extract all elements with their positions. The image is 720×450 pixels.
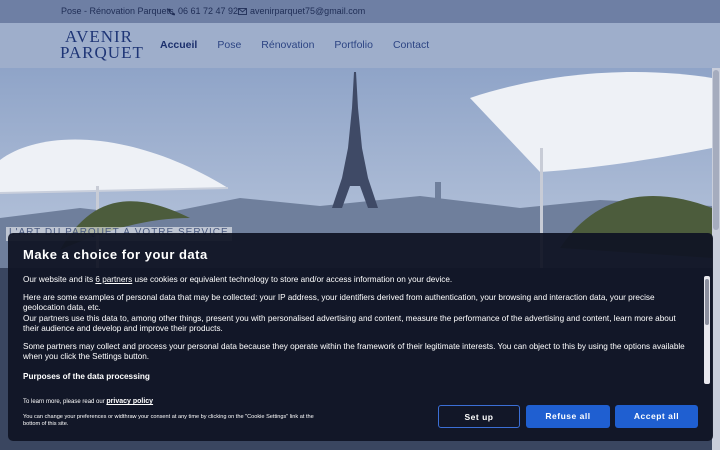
- email-address: avenirparquet75@gmail.com: [250, 6, 366, 16]
- nav-item-contact[interactable]: Contact: [393, 39, 429, 51]
- setup-button[interactable]: Set up: [438, 405, 520, 428]
- privacy-policy-link[interactable]: privacy policy: [106, 398, 153, 405]
- accept-all-button[interactable]: Accept all: [615, 405, 698, 428]
- consent-paragraph-2: Here are some examples of personal data …: [23, 293, 693, 313]
- phone-icon: [168, 8, 175, 15]
- consent-p3-text: Our partners use this data to, among oth…: [23, 313, 676, 333]
- page-scrollbar-thumb[interactable]: [713, 70, 719, 230]
- nav-item-portfolio[interactable]: Portfolio: [334, 39, 373, 51]
- site-header: AVENIR PARQUET Accueil Pose Rénovation P…: [0, 23, 720, 68]
- consent-title: Make a choice for your data: [23, 247, 208, 262]
- logo[interactable]: AVENIR PARQUET: [60, 28, 144, 62]
- consent-scrollbar-thumb[interactable]: [705, 279, 709, 325]
- consent-paragraph-3: Our partners use this data to, among oth…: [23, 314, 693, 334]
- change-preferences-note: You can change your preferences or width…: [23, 414, 314, 428]
- partners-link[interactable]: 6 partners: [95, 275, 132, 284]
- consent-p1-text: Our website and its: [23, 275, 96, 284]
- main-nav: Accueil Pose Rénovation Portfolio Contac…: [160, 39, 449, 51]
- phone-number: 06 61 72 47 92: [178, 6, 239, 16]
- tagline: Pose - Rénovation Parquets: [61, 6, 174, 16]
- purposes-heading[interactable]: Purposes of the data processing: [23, 372, 693, 382]
- nav-item-renovation[interactable]: Rénovation: [261, 39, 314, 51]
- top-info-bar: Pose - Rénovation Parquets 06 61 72 47 9…: [0, 0, 720, 23]
- cookie-consent-dialog: Make a choice for your data Our website …: [8, 233, 713, 441]
- phone-link[interactable]: 06 61 72 47 92: [167, 6, 238, 16]
- consent-body[interactable]: Our website and its 6 partners use cooki…: [23, 275, 693, 387]
- consent-p1-text-end: use cookies or equivalent technology to …: [132, 275, 453, 284]
- consent-paragraph-4: Some partners may collect and process yo…: [23, 342, 693, 362]
- consent-p2-text: Here are some examples of personal data …: [23, 293, 655, 313]
- nav-item-pose[interactable]: Pose: [217, 39, 241, 51]
- email-link[interactable]: avenirparquet75@gmail.com: [238, 6, 365, 16]
- privacy-prefix: To learn more, please read our: [23, 399, 107, 405]
- nav-item-accueil[interactable]: Accueil: [160, 39, 197, 51]
- privacy-note: To learn more, please read our privacy p…: [23, 398, 153, 405]
- logo-line-2: PARQUET: [60, 43, 144, 62]
- refuse-all-button[interactable]: Refuse all: [526, 405, 610, 428]
- mail-icon: [238, 8, 247, 16]
- consent-paragraph-1: Our website and its 6 partners use cooki…: [23, 275, 693, 285]
- consent-p4-text: Some partners may collect and process yo…: [23, 342, 685, 362]
